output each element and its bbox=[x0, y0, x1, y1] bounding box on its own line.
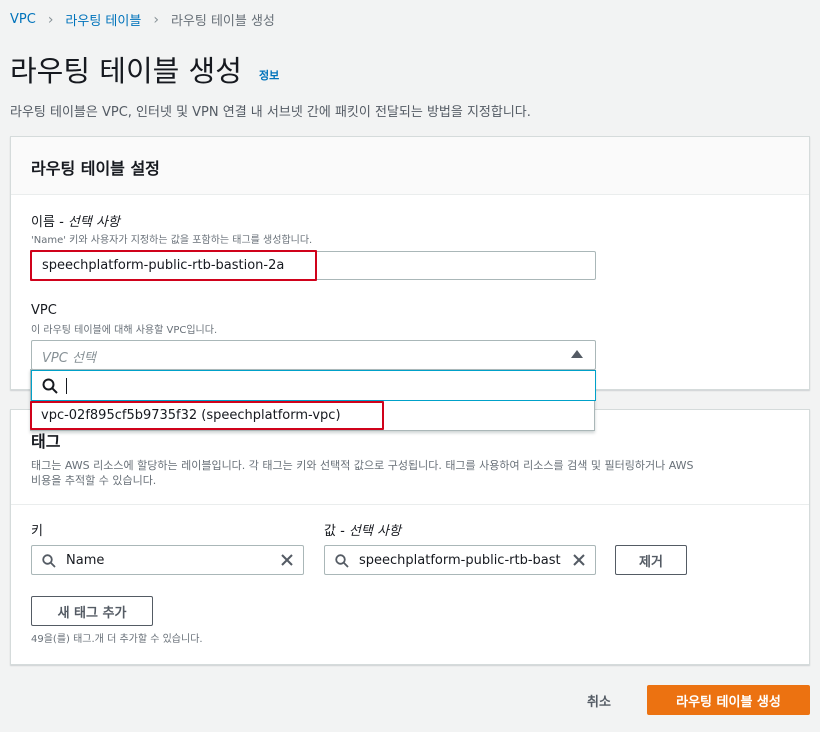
close-icon[interactable] bbox=[571, 552, 587, 568]
breadcrumb-vpc[interactable]: VPC bbox=[10, 12, 36, 27]
add-tag-button[interactable]: 새 태그 추가 bbox=[31, 596, 153, 626]
name-label: 이름 - 선택 사항 bbox=[31, 215, 120, 230]
create-route-table-button[interactable]: 라우팅 테이블 생성 bbox=[647, 685, 810, 715]
chevron-right-icon: › bbox=[153, 11, 159, 28]
route-table-settings-panel: 라우팅 테이블 설정 이름 - 선택 사항 'Name' 키와 사용자가 지정하… bbox=[10, 136, 810, 390]
text-cursor bbox=[66, 378, 67, 394]
tags-remaining-text: 49을(를) 태그.개 더 추가할 수 있습니다. bbox=[31, 634, 203, 645]
divider bbox=[11, 504, 809, 505]
tags-description-line2: 비용을 추적할 수 있습니다. bbox=[31, 474, 157, 487]
key-label: 키 bbox=[31, 524, 43, 539]
chevron-right-icon: › bbox=[47, 11, 54, 28]
tag-key-value: Name bbox=[66, 553, 105, 568]
tag-key-input[interactable]: Name bbox=[31, 545, 304, 575]
search-icon bbox=[335, 554, 349, 568]
name-hint: 'Name' 키와 사용자가 지정하는 값을 포함하는 태그를 생성합니다. bbox=[31, 235, 313, 246]
vpc-select[interactable]: VPC 선택 bbox=[31, 340, 596, 370]
info-link[interactable]: 정보 bbox=[259, 67, 279, 83]
settings-title: 라우팅 테이블 설정 bbox=[31, 159, 160, 178]
page-title: 라우팅 테이블 생성 bbox=[10, 54, 242, 88]
page-description: 라우팅 테이블은 VPC, 인터넷 및 VPN 연결 내 서브넷 간에 패킷이 … bbox=[10, 105, 531, 120]
remove-tag-button[interactable]: 제거 bbox=[615, 545, 687, 575]
value-label: 값 - 선택 사항 bbox=[324, 524, 401, 539]
vpc-hint: 이 라우팅 테이블에 대해 사용할 VPC입니다. bbox=[31, 325, 218, 336]
tags-panel: 태그 태그는 AWS 리소스에 할당하는 레이블입니다. 각 태그는 키와 선택… bbox=[10, 409, 810, 665]
close-icon[interactable] bbox=[279, 552, 295, 568]
caret-up-icon bbox=[571, 350, 583, 358]
name-input[interactable]: speechplatform-public-rtb-bastion-2a bbox=[31, 251, 596, 280]
name-input-value: speechplatform-public-rtb-bastion-2a bbox=[42, 258, 285, 273]
panel-header: 라우팅 테이블 설정 bbox=[11, 137, 809, 195]
tag-value-input[interactable]: speechplatform-public-rtb-bast bbox=[324, 545, 596, 575]
breadcrumb-current: 라우팅 테이블 생성 bbox=[170, 14, 275, 29]
vpc-select-placeholder: VPC 선택 bbox=[42, 351, 96, 366]
cancel-button[interactable]: 취소 bbox=[587, 691, 611, 710]
tags-description-line1: 태그는 AWS 리소스에 할당하는 레이블입니다. 각 태그는 키와 선택적 값… bbox=[31, 459, 694, 472]
search-icon bbox=[42, 554, 56, 568]
vpc-search-input[interactable] bbox=[31, 370, 596, 401]
vpc-label: VPC bbox=[31, 303, 57, 318]
search-icon bbox=[42, 378, 58, 394]
tag-value-value: speechplatform-public-rtb-bast bbox=[359, 553, 561, 568]
vpc-dropdown: vpc-02f895cf5b9735f32 (speechplatform-vp… bbox=[30, 369, 596, 431]
breadcrumb-route-tables[interactable]: 라우팅 테이블 bbox=[65, 10, 141, 29]
vpc-option[interactable]: vpc-02f895cf5b9735f32 (speechplatform-vp… bbox=[41, 408, 341, 423]
tags-title: 태그 bbox=[31, 432, 61, 451]
breadcrumb: VPC › 라우팅 테이블 › 라우팅 테이블 생성 bbox=[10, 10, 275, 30]
